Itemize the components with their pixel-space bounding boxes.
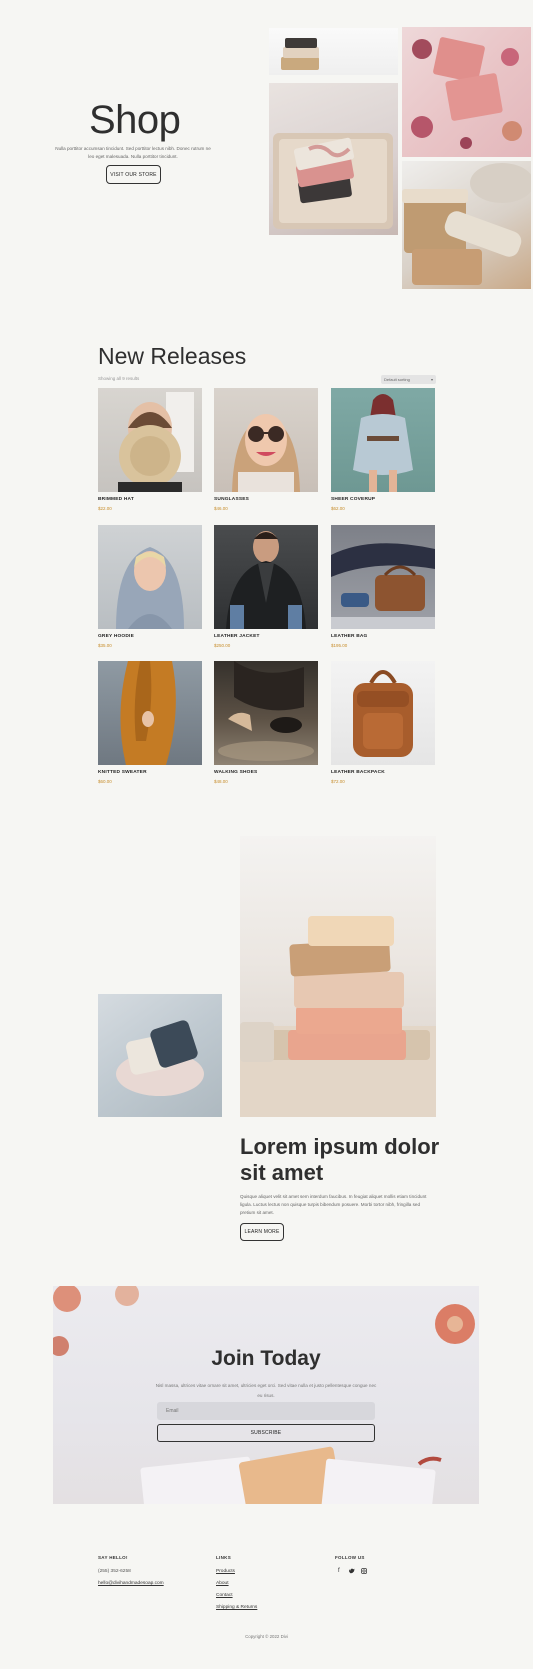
product-image-grey-hoodie[interactable]	[98, 525, 202, 629]
copyright: Copyright © 2022 Divi	[245, 1634, 288, 1639]
product-price: $22.00	[98, 506, 112, 511]
product-image-sunglasses[interactable]	[214, 388, 318, 492]
footer-follow-heading: FOLLOW US	[335, 1555, 365, 1560]
footer-link-shipping-returns[interactable]: Shipping & Returns	[216, 1605, 257, 1610]
hero-image-pink-soaps	[402, 27, 531, 157]
product-name[interactable]: SUNGLASSES	[214, 497, 318, 502]
hero-text: Nulla porttitor accumsan tincidunt. Sed …	[55, 146, 211, 159]
sort-select[interactable]: Default sorting ▾	[381, 375, 436, 384]
join-section: Join Today Nisl massa, ultrices vitae or…	[53, 1286, 479, 1504]
footer-link-products[interactable]: Products	[216, 1569, 235, 1574]
product-name[interactable]: LEATHER BAG	[331, 634, 435, 639]
product-card[interactable]: KNITTED SWEATER $60.00	[98, 661, 202, 784]
join-title: Join Today	[211, 1347, 321, 1370]
product-name[interactable]: SHEER COVERUP	[331, 497, 435, 502]
product-name[interactable]: LEATHER BACKPACK	[331, 770, 435, 775]
product-card[interactable]: SUNGLASSES $46.00	[214, 388, 318, 511]
hero-image-soap-stack-small	[269, 28, 398, 75]
product-card[interactable]: GREY HOODIE $35.00	[98, 525, 202, 648]
product-price: $35.00	[98, 643, 112, 648]
product-price: $250.00	[214, 643, 231, 648]
product-price: $48.00	[214, 779, 228, 784]
new-releases-title: New Releases	[98, 343, 247, 369]
product-name[interactable]: LEATHER JACKET	[214, 634, 318, 639]
product-name[interactable]: WALKING SHOES	[214, 770, 318, 775]
product-image-brimmed-hat[interactable]	[98, 388, 202, 492]
product-name[interactable]: GREY HOODIE	[98, 634, 202, 639]
product-card[interactable]: WALKING SHOES $48.00	[214, 661, 318, 784]
sort-select-label: Default sorting	[384, 377, 410, 382]
product-price: $62.00	[331, 506, 345, 511]
hero-image-sage-soap	[402, 161, 531, 289]
feature-title: Lorem ipsum dolor sit amet	[240, 1134, 440, 1185]
product-image-leather-jacket[interactable]	[214, 525, 318, 629]
visit-store-button[interactable]: VISIT OUR STORE	[106, 165, 161, 184]
product-image-leather-bag[interactable]	[331, 525, 435, 629]
product-price: $60.00	[98, 779, 112, 784]
twitter-icon[interactable]	[348, 1568, 355, 1576]
footer-link-about[interactable]: About	[216, 1581, 229, 1586]
product-card[interactable]: BRIMMED HAT $22.00	[98, 388, 202, 511]
product-image-leather-backpack[interactable]	[331, 661, 435, 765]
footer-link-contact[interactable]: Contact	[216, 1593, 233, 1598]
product-image-sheer-coverup[interactable]	[331, 388, 435, 492]
feature-image-soap-stack	[240, 836, 436, 1117]
product-image-walking-shoes[interactable]	[214, 661, 318, 765]
feature-image-soap-dish	[98, 994, 222, 1117]
subscribe-button[interactable]: SUBSCRIBE	[157, 1424, 375, 1442]
product-card[interactable]: LEATHER BACKPACK $72.00	[331, 661, 435, 784]
footer-links-heading: LINKS	[216, 1555, 231, 1560]
email-input[interactable]	[157, 1402, 375, 1420]
product-card[interactable]: LEATHER BAG $195.00	[331, 525, 435, 648]
product-name[interactable]: KNITTED SWEATER	[98, 770, 202, 775]
product-image-knitted-sweater[interactable]	[98, 661, 202, 765]
footer-phone: (255) 352-6258	[98, 1569, 131, 1574]
product-card[interactable]: SHEER COVERUP $62.00	[331, 388, 435, 511]
product-price: $72.00	[331, 779, 345, 784]
result-count: Showing all 9 results	[98, 376, 140, 381]
product-price: $195.00	[331, 643, 348, 648]
instagram-icon[interactable]	[361, 1568, 367, 1576]
hero-image-soap-tray	[269, 83, 398, 235]
join-text: Nisl massa, ultrices vitae ornare sit am…	[155, 1383, 377, 1398]
feature-text: Quisque aliquet velit sit amet sem inter…	[240, 1194, 427, 1215]
learn-more-button[interactable]: LEARN MORE	[240, 1223, 284, 1241]
footer-say-hello-heading: SAY HELLO!	[98, 1555, 128, 1560]
product-card[interactable]: LEATHER JACKET $250.00	[214, 525, 318, 648]
chevron-down-icon: ▾	[430, 377, 433, 382]
product-name[interactable]: BRIMMED HAT	[98, 497, 202, 502]
shop-page: Shop Nulla porttitor accumsan tincidunt.…	[0, 0, 533, 1669]
footer-email-link[interactable]: hello@divihandmadesoap.com	[98, 1581, 164, 1586]
hero-title: Shop	[89, 98, 181, 142]
facebook-icon[interactable]: f	[338, 1568, 340, 1574]
product-price: $46.00	[214, 506, 228, 511]
